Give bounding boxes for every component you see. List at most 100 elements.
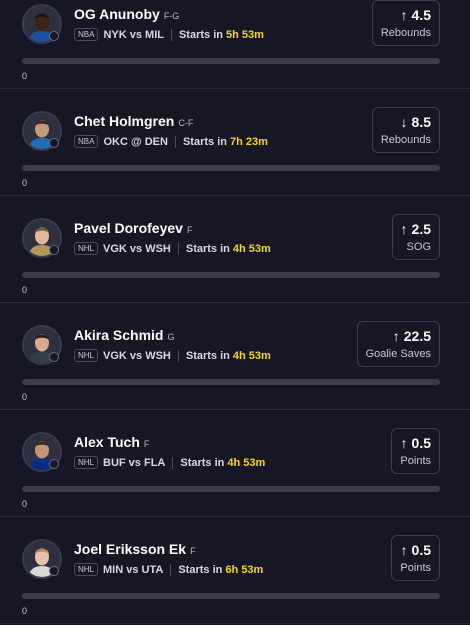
progress-bar [22,486,440,492]
player-name-row: Chet Holmgren C-F [74,113,193,131]
starts-label: Starts in [178,28,223,41]
divider [170,563,172,576]
player-prop-card[interactable]: OG Anunoby F-G NBA NYK vs MIL Starts in 5… [0,0,470,89]
progress-value: 0 [22,392,28,402]
prop-line-button[interactable]: ↓ 8.5 Rebounds [371,107,440,153]
player-prop-card[interactable]: Pavel Dorofeyev F NHL VGK vs WSH Starts i… [0,196,470,303]
starts-label: Starts in [185,242,230,255]
player-prop-card[interactable]: Chet Holmgren C-F NBA OKC @ DEN Starts in… [0,89,470,196]
arrow-up-icon: ↑ [400,435,408,451]
matchup: OKC @ DEN [103,135,168,148]
countdown: 4h 53m [227,456,266,469]
countdown: 6h 53m [225,563,264,576]
player-name[interactable]: Joel Eriksson Ek [74,541,186,557]
status-indicator-icon [49,352,59,362]
arrow-up-icon: ↑ [400,221,408,237]
prop-line: ↑ 4.5 [381,7,431,23]
matchup: NYK vs MIL [103,28,164,41]
prop-stat-label: SOG [406,241,431,253]
player-name[interactable]: Chet Holmgren [74,113,174,129]
progress-bar [22,593,440,599]
game-info: NHL MIN vs UTA Starts in 6h 53m [74,563,263,576]
prop-stat-label: Rebounds [380,134,431,146]
player-name-row: OG Anunoby F-G [74,6,179,24]
prop-line-button[interactable]: ↑ 22.5 Goalie Saves [356,321,440,367]
player-position: F [186,225,193,235]
arrow-up-icon: ↑ [400,7,408,23]
player-name-row: Akira Schmid G [74,327,175,345]
player-name[interactable]: OG Anunoby [74,6,160,22]
prop-line-value: 0.5 [411,435,431,451]
countdown: 7h 23m [229,135,268,148]
matchup: VGK vs WSH [103,242,171,255]
prop-line-value: 22.5 [403,328,431,344]
starts-label: Starts in [178,563,223,576]
divider [177,349,179,362]
prop-line-value: 0.5 [411,542,431,558]
progress-value: 0 [22,178,28,188]
game-info: NHL BUF vs FLA Starts in 4h 53m [74,456,265,469]
player-name[interactable]: Pavel Dorofeyev [74,220,183,236]
status-indicator-icon [49,31,59,41]
prop-line: ↑ 0.5 [400,542,431,558]
arrow-up-icon: ↑ [400,542,408,558]
status-indicator-icon [49,566,59,576]
league-badge: NHL [74,456,99,469]
league-badge: NBA [74,135,99,148]
matchup: BUF vs FLA [103,456,166,469]
prop-line-value: 4.5 [411,7,431,23]
status-indicator-icon [49,459,59,469]
player-position: C-F [178,118,194,128]
player-prop-card[interactable]: Joel Eriksson Ek F NHL MIN vs UTA Starts … [0,517,470,624]
divider [170,28,172,41]
starts-label: Starts in [182,135,227,148]
prop-line: ↑ 22.5 [366,328,431,344]
prop-line-button[interactable]: ↑ 0.5 Points [391,428,440,474]
league-badge: NHL [74,563,99,576]
matchup: VGK vs WSH [103,349,171,362]
player-name-row: Pavel Dorofeyev F [74,220,192,238]
prop-stat-label: Points [400,562,431,574]
starts-label: Starts in [185,349,230,362]
divider [172,456,174,469]
player-name[interactable]: Alex Tuch [74,434,140,450]
game-info: NBA OKC @ DEN Starts in 7h 23m [74,135,268,148]
player-position: F [190,546,196,556]
divider [174,135,176,148]
countdown: 4h 53m [232,242,271,255]
prop-stat-label: Points [400,455,431,467]
arrow-down-icon: ↓ [400,114,408,130]
progress-bar [22,58,440,64]
progress-value: 0 [22,606,28,616]
progress-bar [22,272,440,278]
divider [177,242,179,255]
progress-bar [22,165,440,171]
prop-line-button[interactable]: ↑ 4.5 Rebounds [371,0,440,46]
prop-line: ↑ 2.5 [401,221,431,237]
arrow-up-icon: ↑ [392,328,400,344]
progress-value: 0 [22,71,28,81]
game-info: NHL VGK vs WSH Starts in 4h 53m [74,349,271,362]
matchup: MIN vs UTA [103,563,164,576]
prop-line: ↑ 0.5 [400,435,431,451]
progress-value: 0 [22,499,28,509]
league-badge: NBA [74,28,99,41]
league-badge: NHL [74,242,99,255]
prop-line-button[interactable]: ↑ 2.5 SOG [391,214,440,260]
league-badge: NHL [74,349,99,362]
progress-bar [22,379,440,385]
prop-line-button[interactable]: ↑ 0.5 Points [391,535,440,581]
player-name-row: Joel Eriksson Ek F [74,541,196,559]
starts-label: Starts in [180,456,225,469]
game-info: NBA NYK vs MIL Starts in 5h 53m [74,28,264,41]
progress-value: 0 [22,285,28,295]
player-position: G [167,332,175,342]
player-position: F-G [163,11,180,21]
player-prop-card[interactable]: Alex Tuch F NHL BUF vs FLA Starts in 4h 5… [0,410,470,517]
countdown: 4h 53m [232,349,271,362]
player-name[interactable]: Akira Schmid [74,327,163,343]
player-prop-card[interactable]: Akira Schmid G NHL VGK vs WSH Starts in 4… [0,303,470,410]
player-position: F [143,439,150,449]
prop-stat-label: Rebounds [380,27,431,39]
player-name-row: Alex Tuch F [74,434,149,452]
